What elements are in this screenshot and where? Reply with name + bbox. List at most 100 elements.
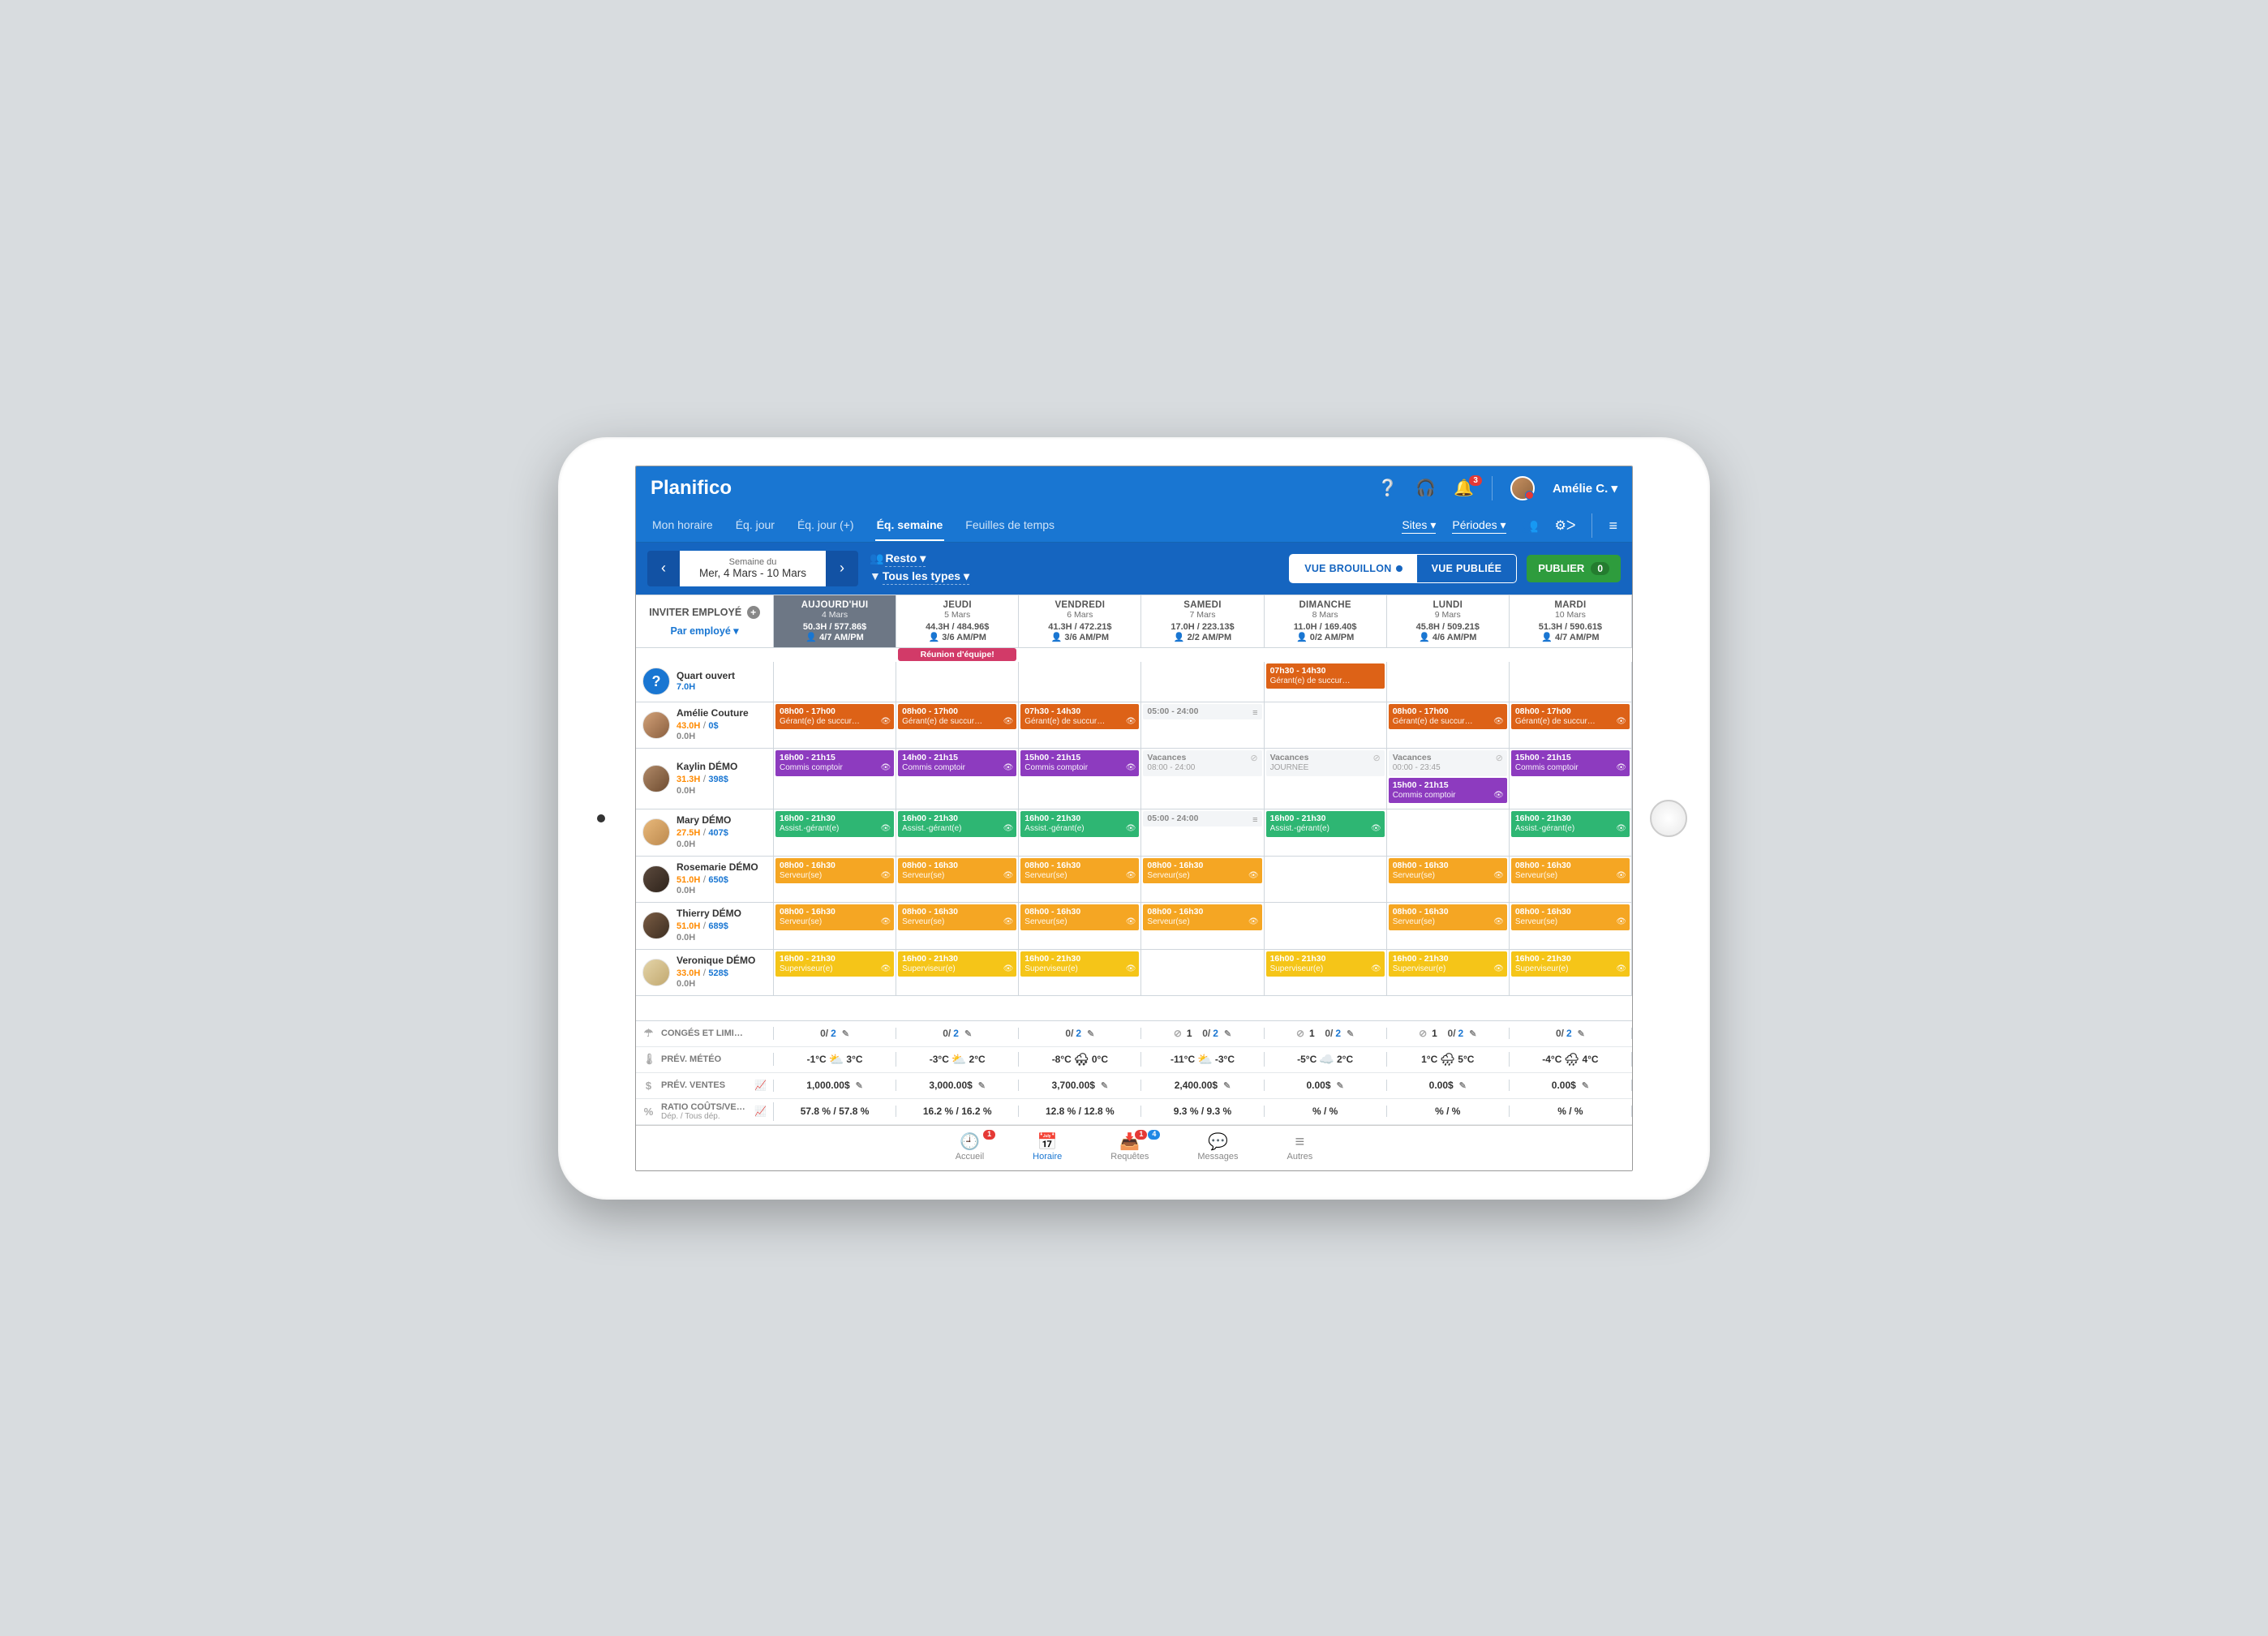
day-cell[interactable] bbox=[1265, 903, 1387, 949]
employee-cell[interactable]: Mary DÉMO27.5H / 407$0.0H bbox=[636, 809, 774, 856]
next-week-button[interactable]: › bbox=[826, 551, 858, 586]
employee-cell[interactable]: Thierry DÉMO51.0H / 689$0.0H bbox=[636, 903, 774, 949]
shift-block[interactable]: 16h00 - 21h30Superviseur(e)👁 bbox=[1020, 951, 1139, 977]
bottomnav-autres[interactable]: ≡Autres bbox=[1286, 1133, 1312, 1162]
shift-block[interactable]: 16h00 - 21h30Assist.-gérant(e)👁 bbox=[1511, 811, 1630, 837]
day-cell[interactable] bbox=[1387, 809, 1510, 856]
day-cell[interactable] bbox=[1510, 662, 1632, 702]
settings-icon[interactable]: ⚙ᐳ bbox=[1554, 517, 1575, 534]
day-cell[interactable]: 08h00 - 17h00Gérant(e) de succur…👁 bbox=[1387, 702, 1510, 749]
day-cell[interactable] bbox=[1265, 857, 1387, 903]
shift-block[interactable]: 08h00 - 16h30Serveur(se)👁 bbox=[1020, 858, 1139, 884]
day-cell[interactable]: 08h00 - 16h30Serveur(se)👁 bbox=[1019, 857, 1141, 903]
day-cell[interactable]: 16h00 - 21h30Assist.-gérant(e)👁 bbox=[1510, 809, 1632, 856]
shift-block[interactable]: Vacances00:00 - 23:45⊘ bbox=[1389, 750, 1507, 776]
day-cell[interactable] bbox=[1141, 950, 1264, 996]
shift-block[interactable]: 07h30 - 14h30Gérant(e) de succur… bbox=[1266, 663, 1385, 689]
shift-block[interactable]: 08h00 - 16h30Serveur(se)👁 bbox=[898, 858, 1016, 884]
edit-icon[interactable]: ✎ bbox=[1469, 1028, 1476, 1039]
day-cell[interactable] bbox=[1141, 662, 1264, 702]
day-cell[interactable] bbox=[774, 662, 896, 702]
user-menu[interactable]: Amélie C. bbox=[1553, 481, 1617, 496]
team-icon[interactable]: 👥 bbox=[1523, 517, 1539, 534]
tab-1[interactable]: Éq. jour bbox=[734, 510, 776, 541]
day-header-5[interactable]: LUNDI9 Mars45.8H / 509.21$👤 4/6 AM/PM bbox=[1387, 595, 1510, 647]
employee-cell[interactable]: Veronique DÉMO33.0H / 528$0.0H bbox=[636, 950, 774, 996]
bottomnav-requêtes[interactable]: 📥Requêtes14 bbox=[1110, 1133, 1149, 1162]
draft-view-button[interactable]: VUE BROUILLON bbox=[1290, 555, 1416, 582]
day-cell[interactable]: 16h00 - 21h30Superviseur(e)👁 bbox=[896, 950, 1019, 996]
day-cell[interactable]: 16h00 - 21h30Assist.-gérant(e)👁 bbox=[774, 809, 896, 856]
day-cell[interactable]: 14h00 - 21h15Commis comptoir👁 bbox=[896, 749, 1019, 809]
day-cell[interactable]: 16h00 - 21h30Superviseur(e)👁 bbox=[1265, 950, 1387, 996]
shift-block[interactable]: 08h00 - 16h30Serveur(se)👁 bbox=[1020, 904, 1139, 930]
edit-icon[interactable]: ✎ bbox=[978, 1080, 986, 1091]
day-cell[interactable]: 08h00 - 16h30Serveur(se)👁 bbox=[1387, 857, 1510, 903]
shift-block[interactable]: 08h00 - 16h30Serveur(se)👁 bbox=[1389, 858, 1507, 884]
day-cell[interactable]: 08h00 - 16h30Serveur(se)👁 bbox=[1510, 903, 1632, 949]
bottomnav-horaire[interactable]: 📅Horaire bbox=[1033, 1133, 1062, 1162]
day-cell[interactable]: Vacances00:00 - 23:45⊘15h00 - 21h15Commi… bbox=[1387, 749, 1510, 809]
day-cell[interactable]: 15h00 - 21h15Commis comptoir👁 bbox=[1510, 749, 1632, 809]
day-header-4[interactable]: DIMANCHE8 Mars11.0H / 169.40$👤 0/2 AM/PM bbox=[1265, 595, 1387, 647]
bottomnav-accueil[interactable]: 🕘Accueil1 bbox=[956, 1133, 984, 1162]
shift-block[interactable]: 08h00 - 16h30Serveur(se)👁 bbox=[898, 904, 1016, 930]
tab-4[interactable]: Feuilles de temps bbox=[964, 510, 1056, 541]
help-icon[interactable]: ❔ bbox=[1377, 478, 1398, 498]
shift-block[interactable]: Vacances08:00 - 24:00⊘ bbox=[1143, 750, 1261, 776]
day-cell[interactable] bbox=[1019, 662, 1141, 702]
day-cell[interactable]: 08h00 - 16h30Serveur(se)👁 bbox=[1019, 903, 1141, 949]
shift-block[interactable]: 08h00 - 16h30Serveur(se)👁 bbox=[775, 904, 894, 930]
group-by-dropdown[interactable]: Par employé bbox=[670, 625, 738, 637]
bell-icon[interactable]: 🔔3 bbox=[1454, 478, 1474, 498]
edit-icon[interactable]: ✎ bbox=[1347, 1028, 1354, 1039]
shift-block[interactable]: 15h00 - 21h15Commis comptoir👁 bbox=[1020, 750, 1139, 776]
edit-icon[interactable]: ✎ bbox=[1582, 1080, 1589, 1091]
day-cell[interactable]: 07h30 - 14h30Gérant(e) de succur…👁 bbox=[1019, 702, 1141, 749]
edit-icon[interactable]: ✎ bbox=[1101, 1080, 1108, 1091]
day-cell[interactable]: 05:00 - 24:00≡ bbox=[1141, 809, 1264, 856]
bottomnav-messages[interactable]: 💬Messages bbox=[1197, 1133, 1238, 1162]
shift-block[interactable]: 16h00 - 21h30Superviseur(e)👁 bbox=[898, 951, 1016, 977]
day-cell[interactable]: 16h00 - 21h30Superviseur(e)👁 bbox=[1510, 950, 1632, 996]
shift-block[interactable]: 08h00 - 16h30Serveur(se)👁 bbox=[1143, 904, 1261, 930]
employee-cell[interactable]: Kaylin DÉMO31.3H / 398$0.0H bbox=[636, 749, 774, 809]
shift-block[interactable]: 16h00 - 21h30Assist.-gérant(e)👁 bbox=[1020, 811, 1139, 837]
published-view-button[interactable]: VUE PUBLIÉE bbox=[1417, 555, 1517, 582]
day-header-6[interactable]: MARDI10 Mars51.3H / 590.61$👤 4/7 AM/PM bbox=[1510, 595, 1632, 647]
invite-employee-button[interactable]: INVITER EMPLOYÉ + bbox=[649, 606, 759, 619]
shift-block[interactable]: 16h00 - 21h30Superviseur(e)👁 bbox=[775, 951, 894, 977]
shift-block[interactable]: 16h00 - 21h30Assist.-gérant(e)👁 bbox=[1266, 811, 1385, 837]
day-cell[interactable]: 15h00 - 21h15Commis comptoir👁 bbox=[1019, 749, 1141, 809]
day-cell[interactable]: 16h00 - 21h30Superviseur(e)👁 bbox=[774, 950, 896, 996]
chart-icon[interactable]: 📈 bbox=[754, 1080, 767, 1091]
shift-block[interactable]: 14h00 - 21h15Commis comptoir👁 bbox=[898, 750, 1016, 776]
site-filter[interactable]: Resto bbox=[885, 552, 926, 567]
shift-block[interactable]: 08h00 - 16h30Serveur(se)👁 bbox=[1143, 858, 1261, 884]
employee-cell[interactable]: Rosemarie DÉMO51.0H / 650$0.0H bbox=[636, 857, 774, 903]
day-cell[interactable]: 16h00 - 21h30Assist.-gérant(e)👁 bbox=[1019, 809, 1141, 856]
day-cell[interactable]: 08h00 - 16h30Serveur(se)👁 bbox=[1387, 903, 1510, 949]
day-cell[interactable]: 08h00 - 16h30Serveur(se)👁 bbox=[774, 903, 896, 949]
shift-block[interactable]: 08h00 - 16h30Serveur(se)👁 bbox=[1511, 904, 1630, 930]
day-cell[interactable]: 08h00 - 16h30Serveur(se)👁 bbox=[896, 903, 1019, 949]
shift-block[interactable]: VacancesJOURNÉE⊘ bbox=[1266, 750, 1385, 776]
menu-icon[interactable]: ≡ bbox=[1609, 517, 1617, 535]
day-cell[interactable]: 08h00 - 17h00Gérant(e) de succur…👁 bbox=[896, 702, 1019, 749]
week-label[interactable]: Semaine du Mer, 4 Mars - 10 Mars bbox=[680, 551, 826, 586]
day-cell[interactable]: 08h00 - 16h30Serveur(se)👁 bbox=[1510, 857, 1632, 903]
shift-block[interactable]: 08h00 - 17h00Gérant(e) de succur…👁 bbox=[898, 704, 1016, 730]
shift-block[interactable]: 05:00 - 24:00≡ bbox=[1143, 704, 1261, 719]
shift-block[interactable]: 07h30 - 14h30Gérant(e) de succur…👁 bbox=[1020, 704, 1139, 730]
edit-icon[interactable]: ✎ bbox=[964, 1028, 972, 1039]
shift-block[interactable]: 08h00 - 17h00Gérant(e) de succur…👁 bbox=[775, 704, 894, 730]
shift-block[interactable]: 08h00 - 16h30Serveur(se)👁 bbox=[775, 858, 894, 884]
shift-block[interactable]: 08h00 - 17h00Gérant(e) de succur…👁 bbox=[1389, 704, 1507, 730]
day-cell[interactable]: 16h00 - 21h15Commis comptoir👁 bbox=[774, 749, 896, 809]
chart-icon[interactable]: 📈 bbox=[754, 1106, 767, 1117]
day-cell[interactable]: 08h00 - 17h00Gérant(e) de succur…👁 bbox=[774, 702, 896, 749]
shift-block[interactable]: 08h00 - 16h30Serveur(se)👁 bbox=[1389, 904, 1507, 930]
day-cell[interactable] bbox=[896, 662, 1019, 702]
edit-icon[interactable]: ✎ bbox=[1223, 1080, 1231, 1091]
day-cell[interactable]: 08h00 - 16h30Serveur(se)👁 bbox=[896, 857, 1019, 903]
